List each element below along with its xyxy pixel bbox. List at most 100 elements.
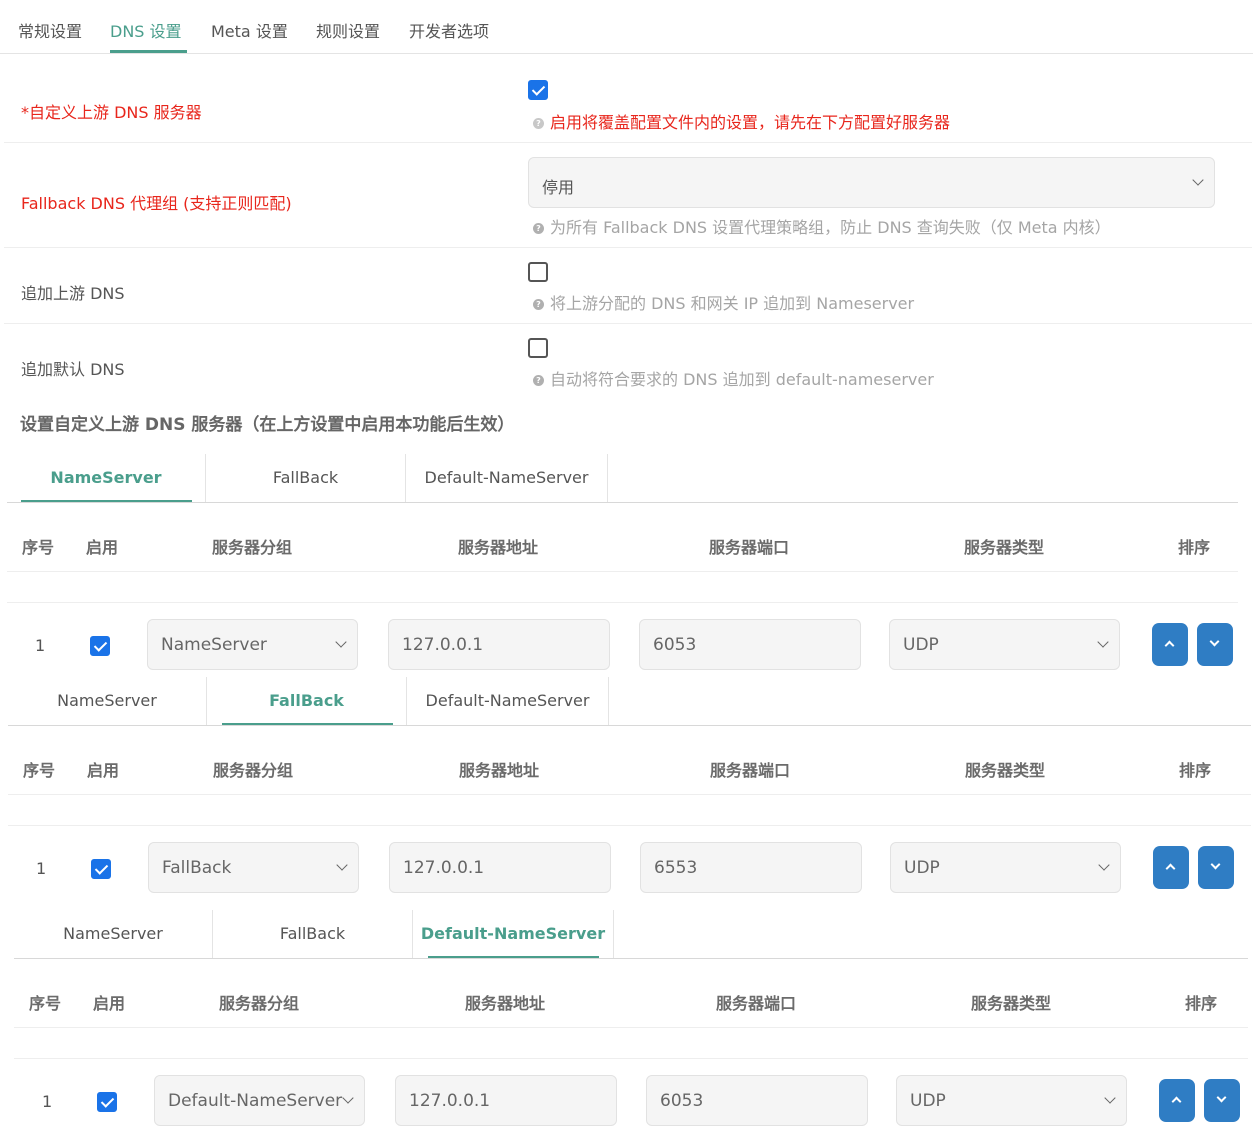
chevron-up-icon (1171, 1096, 1182, 1107)
row-divider (4, 323, 1252, 324)
row-divider (4, 142, 1252, 143)
server-type-select[interactable]: UDP (896, 1075, 1127, 1126)
server-port-input[interactable]: 6053 (646, 1075, 868, 1126)
server-group-select[interactable]: Default-NameServer (154, 1075, 365, 1126)
append-upstream-label: 追加上游 DNS (21, 284, 125, 303)
move-down-button[interactable] (1204, 1079, 1240, 1122)
row-enabled-checkbox[interactable] (90, 636, 110, 656)
fallback-group-select[interactable]: 停用 (528, 157, 1215, 208)
help-icon: ? (533, 375, 544, 386)
row-divider (4, 247, 1252, 248)
server-type-select[interactable]: UDP (889, 619, 1120, 670)
top-nav: 常规设置 DNS 设置 Meta 设置 规则设置 开发者选项 (0, 0, 1253, 54)
server-group-select[interactable]: FallBack (148, 842, 359, 893)
header-type: 服务器类型 (964, 538, 1045, 557)
custom-upstream-hint: ? 启用将覆盖配置文件内的设置，请先在下方配置好服务器 (533, 109, 950, 133)
fallback-group-label: Fallback DNS 代理组 (支持正则匹配) (21, 194, 292, 213)
header-sort: 排序 (1185, 994, 1218, 1013)
append-upstream-checkbox[interactable] (528, 262, 548, 282)
tab-rule-settings[interactable]: 规则设置 (316, 18, 380, 42)
header-sort: 排序 (1179, 761, 1212, 780)
header-group: 服务器分组 (212, 538, 293, 557)
fallback-group-hint: ? 为所有 Fallback DNS 设置代理策略组，防止 DNS 查询失败（仅 … (533, 214, 1111, 238)
section-title: 设置自定义上游 DNS 服务器（在上方设置中启用本功能后生效） (20, 415, 515, 435)
row-index: 1 (36, 859, 47, 878)
panel-tab-divider (14, 958, 1248, 959)
dns-server-panel-fallback: NameServer FallBack Default-NameServer 序… (8, 677, 1251, 893)
header-type: 服务器类型 (971, 994, 1052, 1013)
header-address: 服务器地址 (465, 994, 546, 1013)
tab-general-settings[interactable]: 常规设置 (18, 18, 82, 42)
chevron-down-icon (342, 1092, 354, 1104)
table-divider (7, 602, 1238, 603)
panel-tab-default-nameserver[interactable]: Default-NameServer (407, 677, 609, 725)
header-port: 服务器端口 (716, 994, 797, 1013)
table-divider (8, 794, 1251, 795)
table-divider (14, 1058, 1248, 1059)
chevron-down-icon (1098, 859, 1110, 871)
append-default-checkbox[interactable] (528, 338, 548, 358)
server-address-input[interactable]: 127.0.0.1 (395, 1075, 617, 1126)
header-group: 服务器分组 (219, 994, 300, 1013)
help-icon: ? (533, 223, 544, 234)
help-icon: ? (533, 299, 544, 310)
fallback-group-value: 停用 (542, 178, 575, 197)
table-divider (14, 1027, 1248, 1028)
header-enabled: 启用 (93, 994, 126, 1013)
chevron-down-icon (1192, 174, 1204, 186)
row-index: 1 (35, 636, 46, 655)
header-sort: 排序 (1178, 538, 1211, 557)
header-port: 服务器端口 (709, 538, 790, 557)
custom-upstream-checkbox[interactable] (528, 80, 548, 100)
move-up-button[interactable] (1153, 846, 1189, 889)
append-default-label: 追加默认 DNS (21, 360, 125, 379)
server-port-input[interactable]: 6053 (639, 619, 861, 670)
header-enabled: 启用 (87, 761, 120, 780)
move-up-button[interactable] (1152, 623, 1188, 666)
row-enabled-checkbox[interactable] (91, 859, 111, 879)
header-port: 服务器端口 (710, 761, 791, 780)
server-group-select[interactable]: NameServer (147, 619, 358, 670)
header-address: 服务器地址 (458, 538, 539, 557)
chevron-down-icon (1209, 636, 1220, 647)
panel-tab-nameserver[interactable]: NameServer (8, 677, 207, 725)
tab-developer-options[interactable]: 开发者选项 (409, 18, 489, 42)
chevron-down-icon (1097, 636, 1109, 648)
chevron-up-icon (1165, 863, 1176, 874)
panel-tab-nameserver[interactable]: NameServer (14, 910, 213, 958)
header-enabled: 启用 (86, 538, 119, 557)
move-down-button[interactable] (1197, 623, 1233, 666)
dns-server-panel-nameserver: NameServer FallBack Default-NameServer 序… (7, 454, 1238, 670)
row-enabled-checkbox[interactable] (97, 1092, 117, 1112)
header-index: 序号 (22, 538, 55, 557)
panel-tab-fallback[interactable]: FallBack (206, 454, 406, 502)
panel-tab-default-nameserver[interactable]: Default-NameServer (406, 454, 608, 502)
tab-dns-settings[interactable]: DNS 设置 (110, 18, 182, 42)
panel-tab-default-nameserver[interactable]: Default-NameServer (413, 910, 614, 958)
header-address: 服务器地址 (459, 761, 540, 780)
server-address-input[interactable]: 127.0.0.1 (388, 619, 610, 670)
panel-tab-divider (7, 502, 1238, 503)
header-index: 序号 (23, 761, 56, 780)
dns-server-panel-default-nameserver: NameServer FallBack Default-NameServer 序… (14, 910, 1248, 1136)
custom-upstream-label: *自定义上游 DNS 服务器 (21, 103, 202, 122)
panel-tab-fallback[interactable]: FallBack (213, 910, 413, 958)
header-type: 服务器类型 (965, 761, 1046, 780)
server-type-select[interactable]: UDP (890, 842, 1121, 893)
move-up-button[interactable] (1159, 1079, 1195, 1122)
header-group: 服务器分组 (213, 761, 294, 780)
server-address-input[interactable]: 127.0.0.1 (389, 842, 611, 893)
chevron-up-icon (1164, 640, 1175, 651)
panel-tab-fallback[interactable]: FallBack (207, 677, 407, 725)
server-port-input[interactable]: 6553 (640, 842, 862, 893)
help-icon: ? (533, 118, 544, 129)
table-divider (8, 825, 1251, 826)
header-index: 序号 (29, 994, 62, 1013)
chevron-down-icon (1104, 1092, 1116, 1104)
table-divider (7, 571, 1238, 572)
chevron-down-icon (1216, 1092, 1227, 1103)
chevron-down-icon (335, 636, 347, 648)
tab-meta-settings[interactable]: Meta 设置 (211, 18, 288, 42)
move-down-button[interactable] (1198, 846, 1234, 889)
panel-tab-nameserver[interactable]: NameServer (7, 454, 206, 502)
